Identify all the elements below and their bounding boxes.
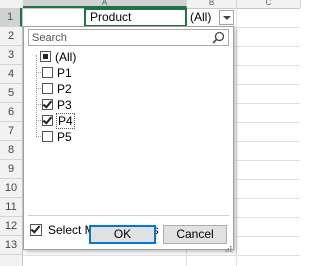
- resize-grip-icon[interactable]: [225, 246, 232, 252]
- cell-a1[interactable]: Product: [84, 8, 187, 27]
- select-multiple-checkbox[interactable]: [30, 224, 42, 236]
- tree-connector: [36, 136, 41, 137]
- filter-item-list: (All) P1 P2 P3 P4 P5: [29, 49, 229, 209]
- row-header-10[interactable]: 10: [0, 179, 22, 198]
- filter-item-all[interactable]: (All): [40, 49, 76, 64]
- row-header-12[interactable]: 12: [0, 217, 22, 236]
- search-box: [28, 29, 229, 46]
- filter-item-label: P2: [57, 81, 72, 96]
- filter-item-label: (All): [55, 49, 77, 64]
- filter-item-label: P1: [57, 65, 72, 80]
- filter-item-checkbox[interactable]: [40, 51, 51, 62]
- tree-connector: [36, 104, 41, 105]
- filter-item-p3[interactable]: P3: [36, 97, 72, 112]
- filter-item-label: P3: [57, 97, 72, 112]
- filter-item-p4[interactable]: P4: [36, 112, 75, 129]
- tree-connector: [36, 88, 41, 89]
- row-header-column: 1 2 3 4 5 6 7 8 9 10 11 12 13: [0, 8, 23, 266]
- column-header-c[interactable]: C: [237, 0, 301, 8]
- tree-connector: [36, 120, 41, 121]
- filter-item-p2[interactable]: P2: [36, 81, 72, 96]
- filter-item-label: P4: [56, 112, 75, 129]
- divider: [28, 215, 229, 216]
- search-input[interactable]: [29, 30, 208, 45]
- row-header-6[interactable]: 6: [0, 103, 22, 122]
- filter-item-checkbox[interactable]: [42, 131, 53, 142]
- filter-item-checkbox[interactable]: [42, 67, 53, 78]
- row-header-8[interactable]: 8: [0, 141, 22, 160]
- filter-item-p1[interactable]: P1: [36, 65, 72, 80]
- row-header-4[interactable]: 4: [0, 65, 22, 84]
- filter-item-p5[interactable]: P5: [36, 129, 72, 144]
- filter-item-label: P5: [57, 129, 72, 144]
- tree-connector: [36, 72, 41, 73]
- column-header-a[interactable]: A: [23, 0, 187, 8]
- row-header-2[interactable]: 2: [0, 27, 22, 46]
- gridline: [23, 255, 300, 256]
- filter-dropdown-button[interactable]: [219, 10, 234, 25]
- filter-item-checkbox[interactable]: [42, 115, 53, 126]
- column-header-b[interactable]: B: [187, 0, 237, 8]
- row-header-13[interactable]: 13: [0, 236, 22, 255]
- filter-item-checkbox[interactable]: [42, 83, 53, 94]
- row-header-3[interactable]: 3: [0, 46, 22, 65]
- filter-item-checkbox[interactable]: [42, 99, 53, 110]
- row-header-11[interactable]: 11: [0, 198, 22, 217]
- row-header-7[interactable]: 7: [0, 122, 22, 141]
- row-header-1[interactable]: 1: [0, 8, 22, 27]
- cancel-button[interactable]: Cancel: [163, 225, 227, 244]
- filter-dropdown-panel: (All) P1 P2 P3 P4 P5 Sele: [23, 26, 234, 250]
- row-header-9[interactable]: 9: [0, 160, 22, 179]
- search-icon[interactable]: [212, 31, 225, 44]
- row-header-5[interactable]: 5: [0, 84, 22, 103]
- cell-b1[interactable]: (All): [186, 8, 220, 26]
- ok-button[interactable]: OK: [89, 225, 156, 244]
